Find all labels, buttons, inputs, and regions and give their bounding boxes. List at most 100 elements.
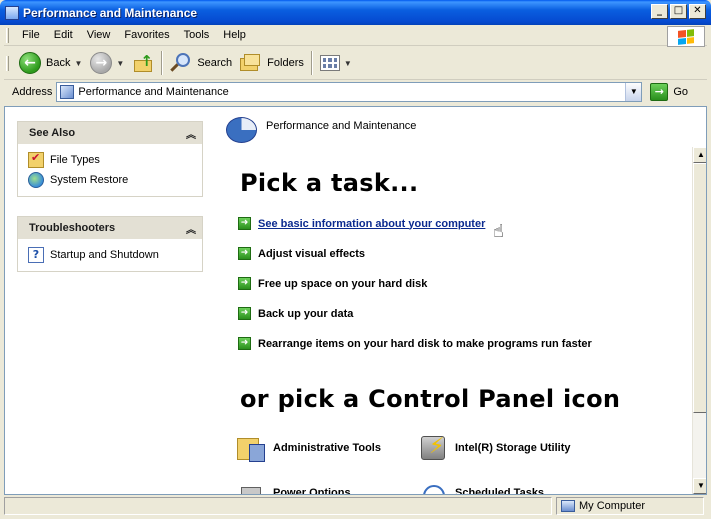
windows-logo-icon (667, 26, 705, 47)
cpl-label: Intel(R) Storage Utility (455, 442, 571, 454)
help-icon: ? (28, 247, 44, 263)
cpl-scheduled-tasks[interactable]: Scheduled Tasks (417, 477, 545, 495)
category-header: Performance and Maintenance (225, 115, 416, 145)
menu-help[interactable]: Help (216, 29, 253, 41)
scroll-thumb[interactable] (693, 163, 706, 413)
hand-cursor-icon: ☝ (493, 221, 504, 242)
task-arrow-icon: ➜ (238, 337, 251, 350)
task-free-space[interactable]: ➜ Free up space on your hard disk (238, 277, 427, 290)
cpl-intel-storage-utility[interactable]: ⚡ Intel(R) Storage Utility (417, 432, 571, 464)
my-computer-icon (561, 500, 575, 512)
see-also-file-types[interactable]: File Types (28, 150, 194, 170)
search-icon (170, 52, 192, 74)
menu-favorites[interactable]: Favorites (117, 29, 176, 41)
scroll-up-button[interactable]: ▲ (693, 147, 706, 163)
troubleshooter-startup-shutdown[interactable]: ? Startup and Shutdown (28, 245, 194, 265)
power-options-icon (235, 477, 267, 494)
task-label: Back up your data (258, 307, 354, 320)
task-arrow-icon: ➜ (238, 217, 251, 230)
collapse-chevron-icon[interactable]: ︽ (186, 221, 196, 236)
toolbar-separator (161, 51, 164, 75)
title-bar: Performance and Maintenance _ □ ✕ (0, 0, 711, 25)
address-dropdown-icon[interactable]: ▼ (625, 83, 642, 101)
cpl-label: Administrative Tools (273, 442, 381, 454)
menu-edit[interactable]: Edit (47, 29, 80, 41)
address-input[interactable]: Performance and Maintenance ▼ (56, 82, 643, 102)
task-label: Free up space on your hard disk (258, 277, 428, 290)
task-label: Adjust visual effects (258, 247, 365, 260)
task-label: See basic information about your compute… (258, 217, 486, 230)
see-also-panel: See Also ︽ File Types System Restore (17, 121, 203, 197)
vertical-scrollbar[interactable]: ▲ ▼ (692, 147, 706, 494)
task-basic-info[interactable]: ➜ See basic information about your compu… (238, 217, 485, 230)
folders-label: Folders (267, 57, 304, 69)
see-also-item-label: File Types (50, 154, 100, 166)
views-button[interactable]: ▼ (316, 49, 356, 77)
toolbar-grip[interactable] (6, 55, 9, 71)
collapse-chevron-icon[interactable]: ︽ (186, 126, 196, 141)
menu-file[interactable]: File (15, 29, 47, 41)
see-also-system-restore[interactable]: System Restore (28, 170, 194, 190)
window-controls: _ □ ✕ (651, 4, 706, 19)
file-types-icon (28, 151, 44, 168)
go-button[interactable]: → Go (650, 83, 688, 101)
content-area: See Also ︽ File Types System Restore Tro… (4, 106, 707, 495)
back-label: Back (46, 57, 71, 69)
storage-utility-icon: ⚡ (417, 432, 449, 464)
window-title: Performance and Maintenance (23, 5, 198, 20)
see-also-header[interactable]: See Also ︽ (18, 122, 202, 144)
troubleshooter-item-label: Startup and Shutdown (50, 249, 159, 261)
go-label: Go (673, 86, 689, 98)
menu-tools[interactable]: Tools (177, 29, 217, 41)
menu-grip[interactable] (6, 27, 9, 43)
forward-arrow-icon: → (90, 52, 113, 74)
cpl-administrative-tools[interactable]: Administrative Tools (235, 432, 381, 464)
views-icon (319, 55, 340, 71)
address-bar: Address Performance and Maintenance ▼ → … (4, 81, 707, 103)
forward-dropdown-icon[interactable]: ▼ (116, 59, 124, 68)
control-panel-icon (5, 5, 19, 20)
views-dropdown-icon[interactable]: ▼ (344, 59, 352, 68)
troubleshooters-panel: Troubleshooters ︽ ? Startup and Shutdown (17, 216, 203, 272)
scroll-down-button[interactable]: ▼ (693, 478, 706, 494)
cpl-label: Scheduled Tasks (455, 487, 545, 495)
toolbar-separator (310, 51, 313, 75)
see-also-item-label: System Restore (50, 174, 129, 186)
status-bar: My Computer (4, 496, 707, 516)
back-dropdown-icon[interactable]: ▼ (74, 59, 82, 68)
task-visual-effects[interactable]: ➜ Adjust visual effects (238, 247, 365, 260)
folders-button[interactable]: Folders (236, 49, 308, 77)
status-zone-pane: My Computer (556, 497, 704, 515)
system-restore-icon (28, 172, 44, 188)
go-arrow-icon: → (650, 83, 669, 101)
performance-pie-icon (225, 115, 258, 145)
folders-icon (240, 54, 262, 72)
pick-icon-heading: or pick a Control Panel icon (240, 385, 621, 413)
search-label: Search (197, 57, 233, 69)
task-defragment[interactable]: ➜ Rearrange items on your hard disk to m… (238, 337, 592, 350)
troubleshooters-title: Troubleshooters (29, 222, 116, 234)
troubleshooters-header[interactable]: Troubleshooters ︽ (18, 217, 202, 239)
cpl-label: Power Options (273, 487, 351, 495)
address-label: Address (12, 86, 53, 98)
administrative-tools-icon (235, 432, 267, 464)
up-button[interactable]: ↑ (128, 49, 158, 77)
task-label: Rearrange items on your hard disk to mak… (258, 337, 592, 350)
search-button[interactable]: Search (166, 49, 236, 77)
status-main-pane (4, 497, 552, 515)
forward-button[interactable]: → ▼ (86, 49, 128, 77)
control-panel-icon (60, 85, 75, 99)
task-backup[interactable]: ➜ Back up your data (238, 307, 353, 320)
see-also-title: See Also (29, 127, 76, 139)
cpl-power-options[interactable]: Power Options (235, 477, 351, 495)
close-button[interactable]: ✕ (689, 4, 706, 19)
address-value: Performance and Maintenance (78, 86, 229, 98)
standard-toolbar: ← Back ▼ → ▼ ↑ Search Folders ▼ (4, 47, 707, 80)
category-title: Performance and Maintenance (266, 120, 417, 132)
task-arrow-icon: ➜ (238, 307, 251, 320)
maximize-button[interactable]: □ (670, 4, 687, 19)
menu-view[interactable]: View (80, 29, 118, 41)
back-button[interactable]: ← Back ▼ (15, 49, 86, 77)
scheduled-tasks-icon (417, 477, 449, 494)
minimize-button[interactable]: _ (651, 4, 668, 19)
